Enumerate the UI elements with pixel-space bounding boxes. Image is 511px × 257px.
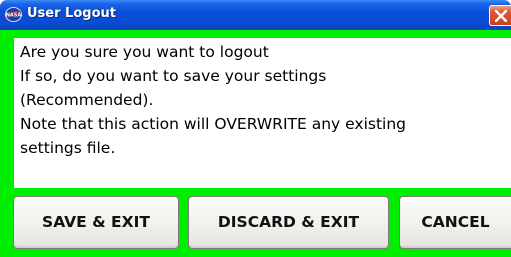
message-line: settings file. (20, 139, 116, 157)
title-bar[interactable]: NASA User Logout (0, 0, 511, 30)
discard-exit-button[interactable]: DISCARD & EXIT (188, 196, 389, 249)
cancel-button[interactable]: CANCEL (399, 196, 511, 249)
close-button[interactable] (489, 5, 511, 26)
svg-text:NASA: NASA (6, 13, 22, 19)
message-line: (Recommended). (20, 91, 154, 109)
close-icon (495, 10, 507, 22)
nasa-logo-icon: NASA (5, 7, 22, 22)
message-line: Note that this action will OVERWRITE any… (20, 115, 407, 133)
logout-dialog: NASA User Logout Are you sure you want t… (0, 0, 511, 257)
message-line: If so, do you want to save your settings (20, 67, 327, 85)
message-area: Are you sure you want to logout If so, d… (14, 38, 511, 188)
message-line: Are you sure you want to logout (20, 43, 269, 61)
save-exit-button[interactable]: SAVE & EXIT (13, 196, 179, 249)
window-title: User Logout (27, 6, 116, 21)
